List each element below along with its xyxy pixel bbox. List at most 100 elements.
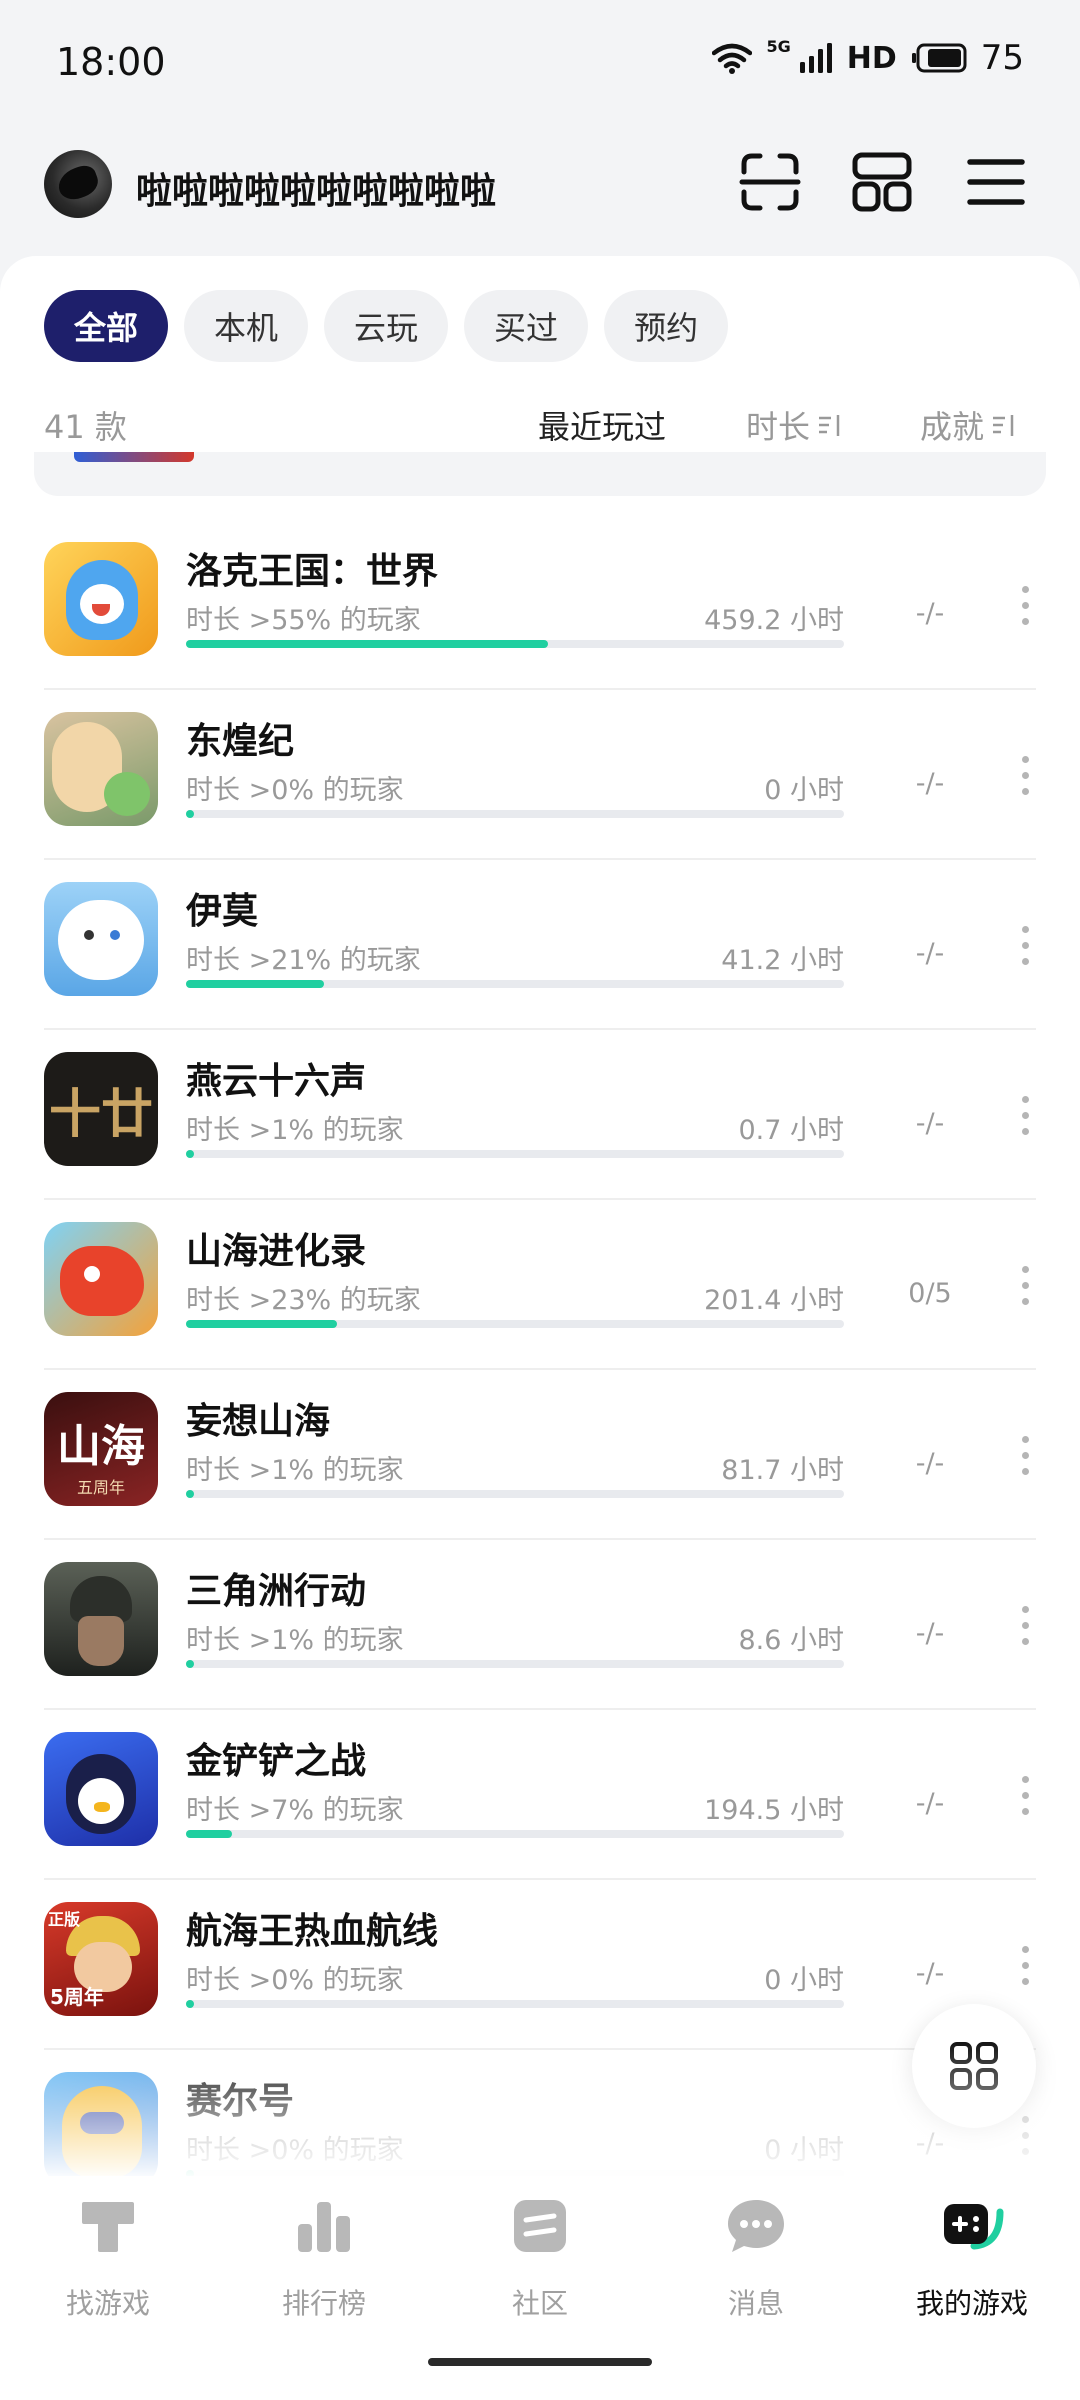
game-row[interactable]: 正版 5周年 航海王热血航线 时长 >0% 的玩家 0 小时 -/- [0, 1880, 1080, 2050]
game-percentile: 时长 >1% 的玩家 [186, 1625, 404, 1656]
sort-recent[interactable]: 最近玩过 [538, 402, 666, 448]
game-hours: 8.6 小时 [738, 1625, 844, 1656]
game-name: 山海进化录 [186, 1231, 367, 1272]
messages-icon [728, 2200, 784, 2252]
scrolled-pinned-card[interactable] [34, 452, 1046, 496]
sort-achievement-label: 成就 [920, 408, 985, 446]
hd-indicator: HD [846, 40, 897, 76]
nav-label: 社区 [511, 2287, 568, 2320]
playtime-progress-fill [186, 980, 325, 988]
game-name: 东煌纪 [186, 721, 295, 762]
more-options-icon[interactable] [1018, 586, 1032, 636]
game-row[interactable]: 三角洲行动 时长 >1% 的玩家 8.6 小时 -/- [0, 1540, 1080, 1710]
sort-achievement[interactable]: 成就 [920, 402, 1018, 448]
game-name: 伊莫 [186, 891, 259, 932]
more-options-icon[interactable] [1018, 1436, 1032, 1486]
game-name: 航海王热血航线 [186, 1911, 439, 1952]
filter-chip-all[interactable]: 全部 [44, 290, 169, 362]
more-options-icon[interactable] [1018, 1096, 1032, 1146]
game-name: 金铲铲之战 [186, 1741, 367, 1782]
game-row[interactable]: 山海进化录 时长 >23% 的玩家 201.4 小时 0/5 [0, 1200, 1080, 1370]
shanhai-evolution-icon[interactable] [44, 1222, 158, 1336]
yanyun-icon[interactable]: 十廿 [44, 1052, 158, 1166]
game-achievement: -/- [915, 1448, 945, 1479]
nav-find-games[interactable]: 找游戏 [8, 2194, 208, 2322]
delta-force-icon[interactable] [44, 1562, 158, 1676]
nav-community[interactable]: 社区 [440, 2194, 640, 2322]
playtime-progress-fill [186, 1150, 194, 1158]
status-indicators: 5G HD 75 [712, 36, 1024, 78]
game-percentile: 时长 >1% 的玩家 [186, 1115, 404, 1146]
nav-leaderboard[interactable]: 排行榜 [224, 2194, 424, 2322]
game-hours: 41.2 小时 [721, 945, 844, 976]
avatar[interactable] [44, 150, 112, 218]
game-achievement: -/- [915, 938, 945, 969]
game-row[interactable]: 金铲铲之战 时长 >7% 的玩家 194.5 小时 -/- [0, 1710, 1080, 1880]
playtime-progress-fill [186, 1490, 194, 1498]
jinchanchan-icon[interactable] [44, 1732, 158, 1846]
game-hours: 459.2 小时 [704, 605, 844, 636]
playtime-progress-bar [186, 640, 844, 648]
sort-duration-label: 时长 [746, 408, 811, 446]
game-row[interactable]: 洛克王国：世界 时长 >55% 的玩家 459.2 小时 -/- [0, 520, 1080, 690]
game-row[interactable]: 伊莫 时长 >21% 的玩家 41.2 小时 -/- [0, 860, 1080, 1030]
game-percentile: 时长 >7% 的玩家 [186, 1795, 404, 1826]
more-options-icon[interactable] [1018, 756, 1032, 806]
network-type: 5G [766, 36, 791, 56]
game-achievement: -/- [915, 598, 945, 629]
yanyun-logo-text: 十廿 [48, 1083, 153, 1145]
wifi-icon [712, 43, 753, 74]
status-bar: 18:00 5G HD 75 [0, 0, 1080, 124]
one-piece-icon[interactable]: 正版 5周年 [44, 1902, 158, 2016]
playtime-progress-fill [186, 1830, 233, 1838]
game-hours: 201.4 小时 [704, 1285, 844, 1316]
game-percentile: 时长 >0% 的玩家 [186, 1965, 404, 1996]
roco-kingdom-icon[interactable] [44, 542, 158, 656]
one-piece-anniversary-text: 5周年 [50, 1985, 104, 2009]
game-name: 洛克王国：世界 [186, 551, 439, 592]
filter-chip-cloud[interactable]: 云玩 [324, 290, 449, 362]
more-options-icon[interactable] [1018, 1266, 1032, 1316]
game-name: 燕云十六声 [186, 1061, 367, 1102]
playtime-progress-bar [186, 810, 844, 818]
nav-label: 我的游戏 [915, 2287, 1028, 2320]
nav-label: 找游戏 [65, 2287, 150, 2320]
sort-duration[interactable]: 时长 [746, 402, 844, 448]
game-name: 三角洲行动 [186, 1571, 367, 1612]
filter-chip-purchased[interactable]: 买过 [464, 290, 589, 362]
game-hours: 0.7 小时 [738, 1115, 844, 1146]
game-percentile: 时长 >23% 的玩家 [186, 1285, 421, 1316]
username[interactable]: 啦啦啦啦啦啦啦啦啦啦 [136, 162, 496, 214]
game-hours: 0 小时 [764, 1965, 844, 1996]
nav-messages[interactable]: 消息 [656, 2194, 856, 2322]
yimo-icon[interactable] [44, 882, 158, 996]
donghuangji-icon[interactable] [44, 712, 158, 826]
scan-icon[interactable] [738, 150, 802, 214]
game-name: 妄想山海 [186, 1401, 331, 1442]
more-options-icon[interactable] [1018, 926, 1032, 976]
filter-chip-reserved[interactable]: 预约 [604, 290, 729, 362]
game-achievement: 0/5 [908, 1278, 952, 1309]
home-indicator [428, 2358, 652, 2366]
game-row[interactable]: 山海 五周年 妄想山海 时长 >1% 的玩家 81.7 小时 -/- [0, 1370, 1080, 1540]
nav-my-games[interactable]: 我的游戏 [872, 2194, 1072, 2322]
more-options-icon[interactable] [1018, 1776, 1032, 1826]
playtime-progress-bar [186, 1320, 844, 1328]
more-options-icon[interactable] [1018, 1946, 1032, 1996]
game-hours: 81.7 小时 [721, 1455, 844, 1486]
wangxiang-shanhai-icon[interactable]: 山海 五周年 [44, 1392, 158, 1506]
playtime-progress-bar [186, 1490, 844, 1498]
playtime-progress-bar [186, 1660, 844, 1668]
layout-grid-icon[interactable] [850, 150, 914, 214]
game-row[interactable]: 东煌纪 时长 >0% 的玩家 0 小时 -/- [0, 690, 1080, 860]
bottom-nav: 找游戏 排行榜 社区 消息 我的游戏 [0, 2176, 1080, 2400]
playtime-progress-fill [186, 1320, 338, 1328]
more-options-icon[interactable] [1018, 1606, 1032, 1656]
playtime-progress-fill [186, 810, 194, 818]
filter-chip-local[interactable]: 本机 [184, 290, 309, 362]
game-achievement: -/- [915, 768, 945, 799]
menu-icon[interactable] [964, 150, 1028, 214]
find-games-icon [82, 2202, 134, 2252]
game-row[interactable]: 十廿 燕云十六声 时长 >1% 的玩家 0.7 小时 -/- [0, 1030, 1080, 1200]
community-icon [514, 2200, 566, 2252]
